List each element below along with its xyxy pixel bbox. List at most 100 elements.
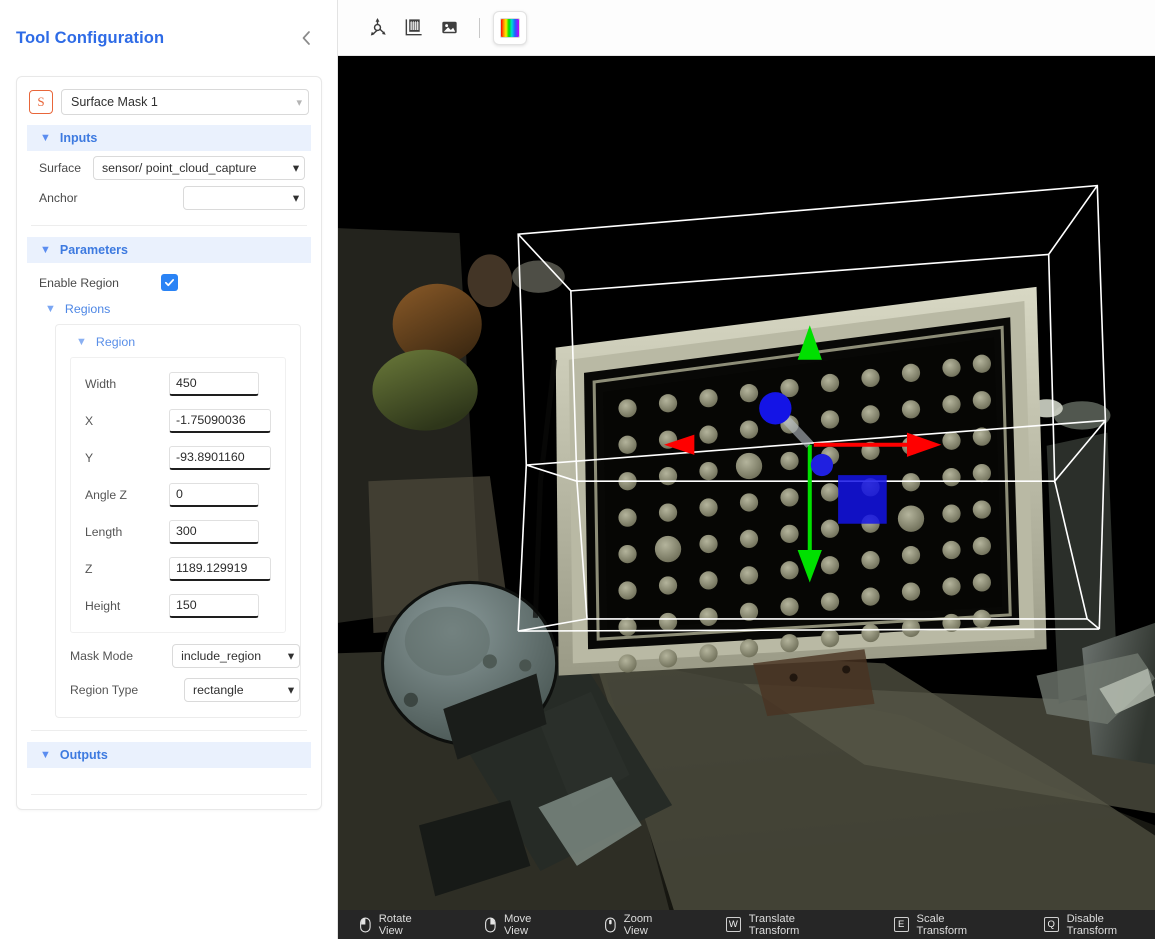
status-zoom-view-label: Zoom View: [623, 912, 653, 937]
section-parameters-label: Parameters: [59, 243, 128, 257]
input-anchor-row: Anchor ▾: [27, 183, 311, 213]
tool-name-select[interactable]: Surface Mask 1 ▾: [61, 89, 309, 115]
param-row-width: Width 450: [71, 365, 285, 402]
region-header[interactable]: ▼ Region: [56, 333, 300, 355]
mask-mode-label: Mask Mode: [70, 649, 133, 663]
mouse-middle-icon: [605, 916, 616, 933]
key-q-icon: Q: [1043, 917, 1059, 932]
status-move-view[interactable]: Move View: [485, 913, 557, 937]
panel-header: Tool Configuration: [0, 0, 337, 76]
divider: [31, 730, 307, 731]
chevron-down-icon: ▾: [287, 649, 294, 663]
status-disable-transform[interactable]: Q Disable Transform: [1043, 912, 1155, 937]
anchor-select[interactable]: ▾: [183, 186, 305, 210]
param-row-height: Height 150: [71, 587, 285, 624]
key-e-icon: E: [893, 917, 909, 932]
viewport: Rotate View Move View Zoom View W Transl…: [338, 0, 1155, 939]
point-cloud-scene: [338, 56, 1155, 910]
chevron-down-icon: ▾: [296, 96, 302, 109]
tool-configuration-panel: Tool Configuration S Surface Mask 1 ▾ ▼ …: [0, 0, 338, 939]
region-type-select[interactable]: rectangle ▾: [183, 678, 300, 702]
enable-region-checkbox[interactable]: [161, 274, 178, 291]
grid-icon[interactable]: [396, 11, 430, 45]
status-scale-transform-label: Scale Transform: [916, 912, 968, 937]
chevron-left-icon[interactable]: [295, 27, 317, 49]
param-input-x[interactable]: -1.75090036: [169, 408, 271, 433]
param-label-angle-z: Angle Z: [85, 487, 128, 502]
spectrum-icon[interactable]: [493, 10, 527, 45]
enable-region-label: Enable Region: [39, 275, 119, 290]
chevron-down-icon: ▼: [40, 243, 51, 256]
status-scale-transform[interactable]: E Scale Transform: [893, 912, 996, 937]
section-outputs-label: Outputs: [59, 748, 108, 762]
status-disable-transform-label: Disable Transform: [1066, 912, 1118, 937]
axes-icon[interactable]: [360, 11, 394, 45]
toolbar-separator: [479, 17, 480, 38]
param-label-height: Height: [85, 598, 121, 613]
param-row-angle-z: Angle Z 0: [71, 476, 285, 513]
region-type-value: rectangle: [192, 683, 244, 697]
divider: [31, 225, 307, 226]
tool-type-badge: S: [29, 90, 53, 114]
param-row-x: X -1.75090036: [71, 402, 285, 439]
chevron-down-icon: ▼: [76, 336, 87, 348]
chevron-down-icon: ▾: [287, 683, 294, 697]
chevron-down-icon: ▼: [40, 748, 51, 761]
surface-select[interactable]: sensor/ point_cloud_capture ▾: [93, 156, 305, 180]
input-anchor-label: Anchor: [39, 191, 78, 205]
status-rotate-view[interactable]: Rotate View: [360, 913, 437, 937]
param-input-width[interactable]: 450: [169, 371, 259, 396]
param-row-length: Length 300: [71, 513, 285, 550]
section-parameters[interactable]: ▼ Parameters: [27, 237, 311, 263]
section-inputs[interactable]: ▼ Inputs: [27, 125, 311, 151]
input-surface-label: Surface: [39, 161, 82, 175]
regions-group-header[interactable]: ▼ Regions: [27, 297, 311, 324]
viewport-statusbar: Rotate View Move View Zoom View W Transl…: [338, 910, 1155, 939]
spectrum-swatch: [500, 17, 520, 38]
mask-mode-row: Mask Mode include_region ▾: [56, 639, 300, 673]
chevron-down-icon: ▾: [292, 161, 299, 175]
input-surface-row: Surface sensor/ point_cloud_capture ▾: [27, 153, 311, 183]
status-translate-transform-label: Translate Transform: [748, 912, 800, 937]
param-input-height[interactable]: 150: [169, 593, 259, 618]
tool-name-value: Surface Mask 1: [71, 95, 158, 109]
param-row-y: Y -93.8901160: [71, 439, 285, 476]
status-translate-transform[interactable]: W Translate Transform: [726, 913, 846, 937]
status-rotate-view-label: Rotate View: [378, 912, 412, 937]
divider: [31, 794, 307, 795]
param-input-angle-z[interactable]: 0: [169, 482, 259, 507]
chevron-down-icon: ▼: [45, 303, 56, 315]
section-outputs[interactable]: ▼ Outputs: [27, 742, 311, 768]
param-label-z: Z: [85, 561, 93, 576]
section-inputs-label: Inputs: [59, 131, 98, 145]
region-label: Region: [95, 335, 136, 349]
status-move-view-label: Move View: [503, 912, 532, 937]
param-row-z: Z 1189.129919: [71, 550, 285, 587]
mask-mode-value: include_region: [181, 649, 262, 663]
mouse-left-icon: [360, 916, 371, 933]
regions-group-label: Regions: [64, 302, 111, 316]
enable-region-row: Enable Region: [27, 265, 311, 297]
chevron-down-icon: ▾: [292, 191, 299, 205]
mouse-right-icon: [485, 916, 496, 933]
app-root: Tool Configuration S Surface Mask 1 ▾ ▼ …: [0, 0, 1155, 939]
param-label-width: Width: [85, 376, 117, 391]
region-type-label: Region Type: [70, 683, 139, 697]
param-input-z[interactable]: 1189.129919: [169, 556, 271, 581]
image-icon[interactable]: [432, 11, 466, 45]
region-container: ▼ Region Width 450 X -1.75090036 Y -93.8…: [55, 324, 301, 718]
param-input-length[interactable]: 300: [169, 519, 259, 544]
param-input-y[interactable]: -93.8901160: [169, 445, 271, 470]
param-label-x: X: [85, 413, 94, 428]
surface-value: sensor/ point_cloud_capture: [102, 161, 257, 175]
param-label-y: Y: [85, 450, 94, 465]
point-cloud-canvas[interactable]: [338, 56, 1155, 910]
status-zoom-view[interactable]: Zoom View: [605, 913, 678, 937]
mask-mode-select[interactable]: include_region ▾: [172, 644, 300, 668]
viewport-toolbar: [338, 0, 1155, 56]
param-label-length: Length: [85, 524, 123, 539]
key-w-icon: W: [726, 917, 741, 932]
region-parameter-list: Width 450 X -1.75090036 Y -93.8901160 An…: [70, 357, 286, 633]
tool-selector-row: S Surface Mask 1 ▾: [27, 89, 311, 125]
page-title: Tool Configuration: [16, 28, 165, 47]
